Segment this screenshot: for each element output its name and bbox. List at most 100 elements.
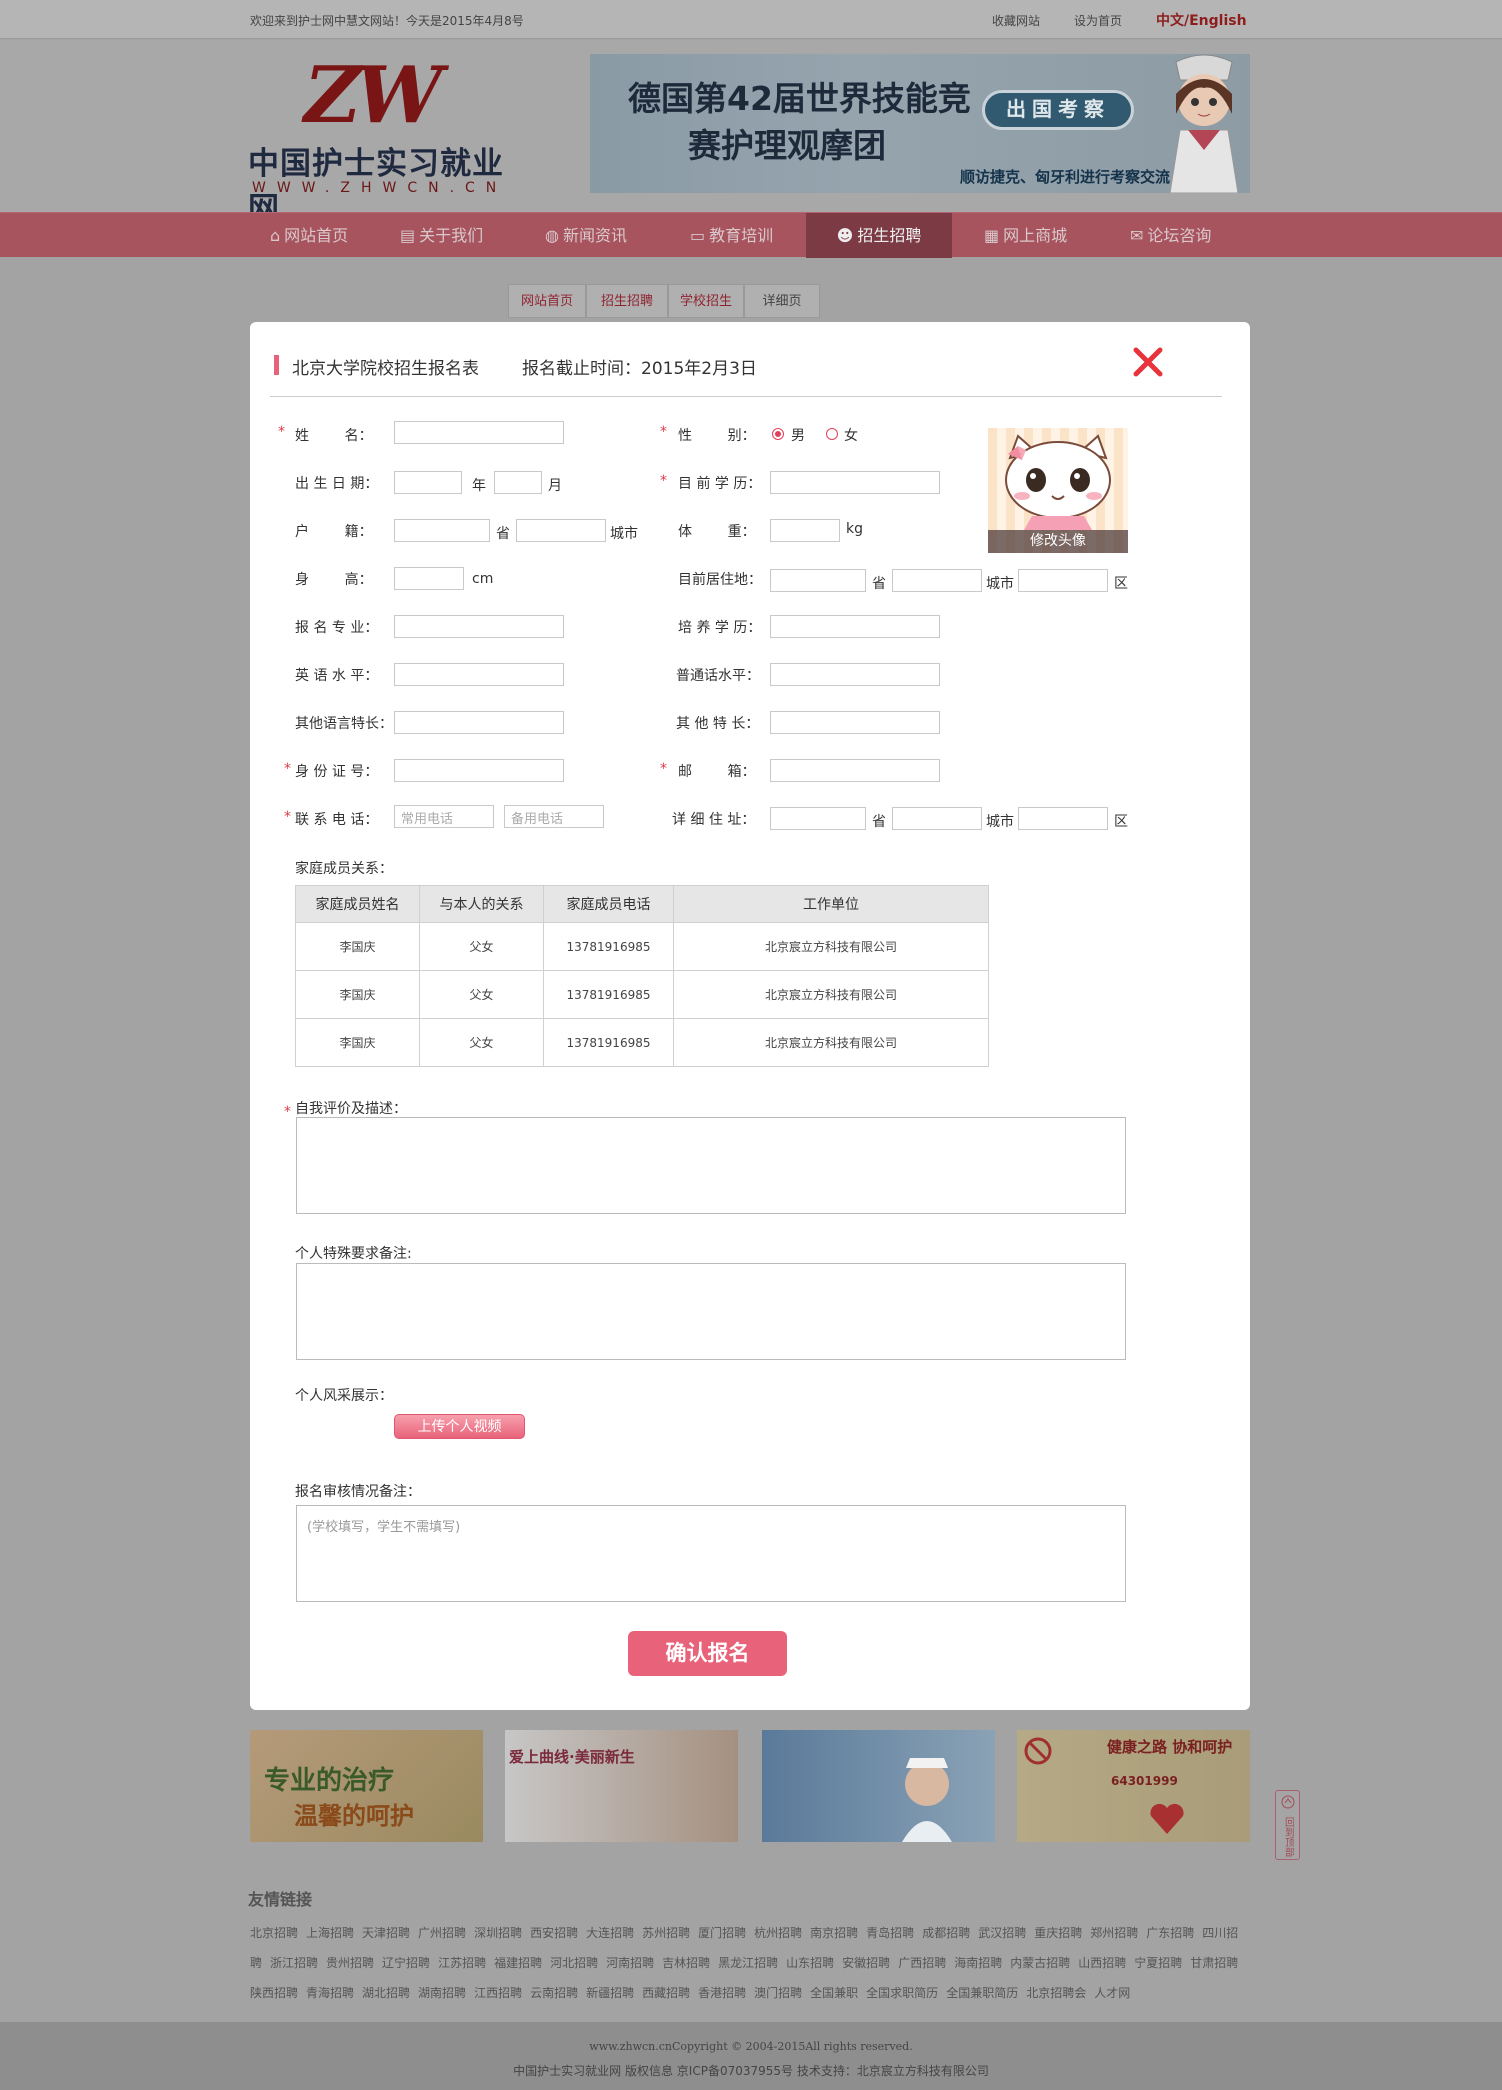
friend-link[interactable]: 苏州招聘 (642, 1926, 690, 1940)
nav-item-1[interactable]: ▤ 关于我们 (400, 213, 483, 258)
address-city-input[interactable] (892, 807, 982, 830)
residence-district-input[interactable] (1018, 569, 1108, 592)
major-input[interactable] (394, 615, 564, 638)
friend-link[interactable]: 宁夏招聘 (1134, 1956, 1182, 1970)
site-logo[interactable]: ZW 中国护士实习就业网 WWW.ZHWCN.CN (248, 50, 518, 227)
friend-link[interactable]: 成都招聘 (922, 1926, 970, 1940)
friend-link[interactable]: 全国兼职 (810, 1986, 858, 2000)
phone-primary-input[interactable]: 常用电话 (394, 805, 494, 828)
header-banner[interactable]: 德国第42届世界技能竞 赛护理观摩团 出国考察 顺访捷克、匈牙利进行考察交流 (590, 54, 1250, 193)
friend-link[interactable]: 西安招聘 (530, 1926, 578, 1940)
friend-link[interactable]: 厦门招聘 (698, 1926, 746, 1940)
friend-link[interactable]: 深圳招聘 (474, 1926, 522, 1940)
phone-backup-input[interactable]: 备用电话 (504, 805, 604, 828)
id-input[interactable] (394, 759, 564, 782)
friend-link[interactable]: 重庆招聘 (1034, 1926, 1082, 1940)
crumb-recruit[interactable]: 招生招聘 (586, 284, 668, 318)
friend-link[interactable]: 黑龙江招聘 (718, 1956, 778, 1970)
ad-banner-3[interactable] (762, 1730, 995, 1842)
gender-male-radio[interactable] (772, 428, 784, 440)
other-skill-input[interactable] (770, 711, 940, 734)
nav-item-3[interactable]: ▭ 教育培训 (690, 213, 773, 258)
height-input[interactable] (394, 567, 464, 590)
friend-link[interactable]: 江苏招聘 (438, 1956, 486, 1970)
friend-link[interactable]: 上海招聘 (306, 1926, 354, 1940)
friend-link[interactable]: 新疆招聘 (586, 1986, 634, 2000)
weight-input[interactable] (770, 519, 840, 542)
friend-link[interactable]: 江西招聘 (474, 1986, 522, 2000)
train-edu-input[interactable] (770, 615, 940, 638)
friend-link[interactable]: 甘肃招聘 (1190, 1956, 1238, 1970)
friend-link[interactable]: 内蒙古招聘 (1010, 1956, 1070, 1970)
friend-link[interactable]: 辽宁招聘 (382, 1956, 430, 1970)
ad-banner-1[interactable]: 专业的治疗 温馨的呵护 (250, 1730, 483, 1842)
friend-link[interactable]: 天津招聘 (362, 1926, 410, 1940)
friend-link[interactable]: 武汉招聘 (978, 1926, 1026, 1940)
change-avatar-button[interactable]: 修改头像 (988, 530, 1128, 553)
friend-link[interactable]: 河北招聘 (550, 1956, 598, 1970)
mandarin-input[interactable] (770, 663, 940, 686)
other-lang-input[interactable] (394, 711, 564, 734)
ad-banner-2[interactable]: 爱上曲线·美丽新生 (505, 1730, 738, 1842)
friend-link[interactable]: 河南招聘 (606, 1956, 654, 1970)
ad-banner-4[interactable]: 健康之路 协和呵护 64301999 (1017, 1730, 1250, 1842)
upload-video-button[interactable]: 上传个人视频 (394, 1414, 525, 1439)
friend-link[interactable]: 安徽招聘 (842, 1956, 890, 1970)
favorite-link[interactable]: 收藏网站 (992, 12, 1040, 29)
self-eval-textarea[interactable] (296, 1117, 1126, 1214)
nav-item-5[interactable]: ▦ 网上商城 (984, 213, 1067, 258)
friend-link[interactable]: 陕西招聘 (250, 1986, 298, 2000)
education-input[interactable] (770, 471, 940, 494)
friend-link[interactable]: 西藏招聘 (642, 1986, 690, 2000)
friend-link[interactable]: 全国兼职简历 (946, 1986, 1018, 2000)
name-input[interactable] (394, 421, 564, 444)
friend-link[interactable]: 湖北招聘 (362, 1986, 410, 2000)
friend-link[interactable]: 香港招聘 (698, 1986, 746, 2000)
friend-link[interactable]: 广东招聘 (1146, 1926, 1194, 1940)
avatar[interactable]: 修改头像 (988, 428, 1128, 553)
crumb-school[interactable]: 学校招生 (668, 284, 744, 318)
friend-link[interactable]: 郑州招聘 (1090, 1926, 1138, 1940)
friend-link[interactable]: 福建招聘 (494, 1956, 542, 1970)
residence-city-input[interactable] (892, 569, 982, 592)
friend-link[interactable]: 广州招聘 (418, 1926, 466, 1940)
friend-link[interactable]: 浙江招聘 (270, 1956, 318, 1970)
friend-link[interactable]: 南京招聘 (810, 1926, 858, 1940)
friend-link[interactable]: 海南招聘 (954, 1956, 1002, 1970)
hukou-province-input[interactable] (394, 519, 490, 542)
gender-female-radio[interactable] (826, 428, 838, 440)
friend-link[interactable]: 贵州招聘 (326, 1956, 374, 1970)
friend-link[interactable]: 北京招聘 (250, 1926, 298, 1940)
birth-year-input[interactable] (394, 471, 462, 494)
friend-link[interactable]: 山西招聘 (1078, 1956, 1126, 1970)
address-province-input[interactable] (770, 807, 866, 830)
close-icon[interactable] (1126, 340, 1170, 384)
hukou-city-input[interactable] (516, 519, 606, 542)
nav-item-0[interactable]: ⌂ 网站首页 (270, 213, 348, 258)
friend-link[interactable]: 广西招聘 (898, 1956, 946, 1970)
crumb-home[interactable]: 网站首页 (508, 284, 586, 318)
friend-link[interactable]: 全国求职简历 (866, 1986, 938, 2000)
special-textarea[interactable] (296, 1263, 1126, 1360)
friend-link[interactable]: 澳门招聘 (754, 1986, 802, 2000)
email-input[interactable] (770, 759, 940, 782)
friend-link[interactable]: 大连招聘 (586, 1926, 634, 1940)
set-home-link[interactable]: 设为首页 (1074, 12, 1122, 29)
friend-link[interactable]: 青海招聘 (306, 1986, 354, 2000)
friend-link[interactable]: 湖南招聘 (418, 1986, 466, 2000)
language-switch[interactable]: 中文/English (1156, 10, 1247, 30)
friend-link[interactable]: 云南招聘 (530, 1986, 578, 2000)
residence-province-input[interactable] (770, 569, 866, 592)
confirm-registration-button[interactable]: 确认报名 (628, 1631, 787, 1676)
english-input[interactable] (394, 663, 564, 686)
nav-item-6[interactable]: ✉ 论坛咨询 (1130, 213, 1211, 258)
friend-link[interactable]: 杭州招聘 (754, 1926, 802, 1940)
friend-link[interactable]: 北京招聘会 (1026, 1986, 1086, 2000)
birth-month-input[interactable] (494, 471, 542, 494)
address-district-input[interactable] (1018, 807, 1108, 830)
review-textarea[interactable]: (学校填写，学生不需填写) (296, 1505, 1126, 1602)
nav-item-2[interactable]: ◍ 新闻资讯 (545, 213, 627, 258)
friend-link[interactable]: 人才网 (1094, 1986, 1130, 2000)
nav-item-4[interactable]: ☻ 招生招聘 (806, 213, 952, 258)
friend-link[interactable]: 山东招聘 (786, 1956, 834, 1970)
